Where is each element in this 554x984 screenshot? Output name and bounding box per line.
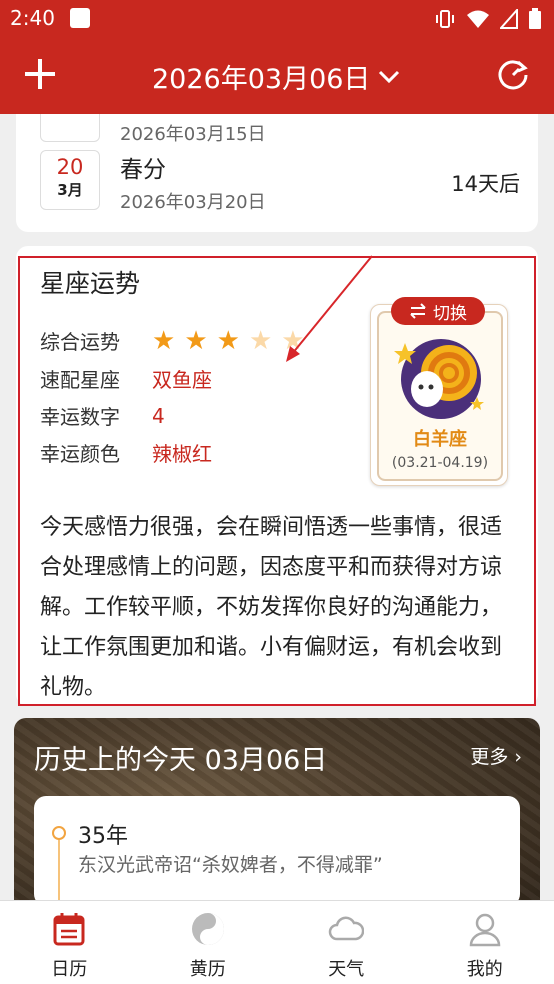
- lucky-number-row: 幸运数字 4: [40, 401, 165, 430]
- festival-name: 春分: [120, 157, 166, 183]
- user-icon: [469, 913, 501, 947]
- nav-label: 日历: [51, 959, 88, 980]
- lucky-color-row: 幸运颜色 辣椒红: [40, 438, 212, 467]
- star-icon: ★: [152, 325, 176, 356]
- list-item[interactable]: 20 3月 春分 2026年03月20日 14天后: [40, 150, 520, 213]
- status-icons: [434, 7, 542, 34]
- festival-date: 2026年03月15日: [120, 124, 266, 145]
- overall-fortune-label: 综合运势: [40, 330, 120, 354]
- history-today-card[interactable]: 历史上的今天 03月06日 更多 › 35年 东汉光武帝诏“杀奴婢者，不得减罪”: [14, 718, 540, 900]
- date-box-month: 3月: [57, 181, 83, 199]
- switch-sign-button[interactable]: 切换: [391, 297, 485, 325]
- match-sign-value: 双鱼座: [152, 368, 212, 392]
- date-box: 20 3月: [40, 150, 100, 210]
- header-date: 2026年03月06日: [152, 64, 371, 95]
- match-sign-row: 速配星座 双鱼座: [40, 364, 212, 393]
- lucky-number-label: 幸运数字: [40, 405, 120, 429]
- history-event: 东汉光武帝诏“杀奴婢者，不得减罪”: [78, 854, 383, 876]
- list-item[interactable]: 3月 2026年03月15日: [40, 114, 520, 145]
- overall-fortune-row: 综合运势 ★ ★ ★ ★ ★: [40, 326, 305, 355]
- add-icon[interactable]: [22, 56, 58, 92]
- chevron-right-icon: ›: [514, 746, 522, 768]
- timeline-line: [58, 836, 60, 900]
- yin-yang-icon: [191, 913, 224, 945]
- history-event-card[interactable]: 35年 东汉光武帝诏“杀奴婢者，不得减罪”: [34, 796, 520, 900]
- battery-icon: [528, 8, 542, 34]
- lucky-color-value: 辣椒红: [152, 442, 212, 466]
- horoscope-card[interactable]: 星座运势 综合运势 ★ ★ ★ ★ ★ 速配星座 双鱼座 幸运数字 4 幸运颜色 辣椒红: [16, 246, 538, 706]
- history-year: 35年: [78, 824, 128, 849]
- zodiac-sign-name: 白羊座: [413, 429, 467, 450]
- refresh-icon[interactable]: [496, 58, 530, 92]
- horoscope-description: 今天感悟力很强，会在瞬间悟透一些事情，很适合处理感情上的问题，因态度平和而获得对…: [40, 515, 503, 700]
- zodiac-sign-range: (03.21-04.19): [391, 455, 489, 471]
- history-more-link[interactable]: 更多 ›: [470, 742, 522, 769]
- status-time: 2:40: [10, 6, 55, 30]
- star-icon: ★: [216, 325, 240, 356]
- zodiac-sign-box[interactable]: 白羊座 (03.21-04.19) 切换: [370, 297, 508, 486]
- nav-item-almanac[interactable]: 黄历: [139, 901, 278, 984]
- vibrate-icon: [434, 8, 456, 34]
- festival-countdown: 14天后: [451, 172, 520, 196]
- status-bar: 2:40: [0, 0, 554, 38]
- signal-icon: [498, 7, 518, 33]
- zodiac-sign-frame: 白羊座 (03.21-04.19): [377, 311, 503, 481]
- top-bar: 2026年03月06日: [0, 38, 554, 114]
- festival-card: 3月 2026年03月15日 20 3月 春分 2026年03月20日 14天后: [16, 114, 538, 232]
- bottom-nav: 日历 黄历 天气 我的: [0, 900, 554, 984]
- star-icon: ★: [184, 325, 208, 356]
- wifi-icon: [466, 8, 490, 34]
- timeline-dot-icon: [52, 826, 66, 840]
- lucky-color-label: 幸运颜色: [40, 442, 120, 466]
- date-box: 3月: [40, 114, 100, 142]
- chevron-down-icon: [379, 70, 400, 83]
- match-sign-label: 速配星座: [40, 368, 120, 392]
- cloud-icon: [329, 916, 365, 941]
- nav-label: 我的: [466, 959, 503, 980]
- nav-item-profile[interactable]: 我的: [416, 901, 554, 984]
- festival-date: 2026年03月20日: [120, 192, 266, 213]
- date-box-day: 20: [56, 155, 84, 179]
- swap-icon: [410, 303, 426, 319]
- history-more-label: 更多: [470, 746, 509, 768]
- nav-item-calendar[interactable]: 日历: [0, 901, 139, 984]
- nav-label: 天气: [328, 959, 365, 980]
- aries-icon: [394, 339, 484, 419]
- date-selector[interactable]: 2026年03月06日: [152, 57, 400, 96]
- nav-label: 黄历: [189, 959, 226, 980]
- history-title: 历史上的今天 03月06日: [34, 745, 328, 776]
- switch-sign-label: 切换: [433, 303, 467, 324]
- calendar-icon: [53, 913, 85, 946]
- horoscope-title: 星座运势: [40, 269, 141, 298]
- notification-icon: [70, 8, 90, 28]
- nav-item-weather[interactable]: 天气: [277, 901, 416, 984]
- annotation-arrow-icon: [286, 255, 373, 362]
- lucky-number-value: 4: [152, 403, 165, 428]
- main-content[interactable]: 3月 2026年03月15日 20 3月 春分 2026年03月20日 14天后…: [0, 114, 554, 900]
- star-icon: ★: [248, 325, 273, 356]
